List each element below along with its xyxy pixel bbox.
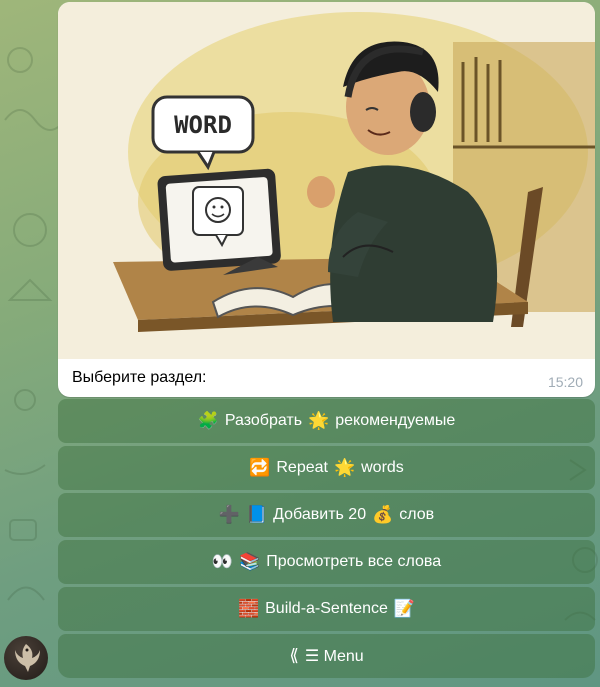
- repeat-icon: 🔁: [249, 457, 271, 478]
- money-bag-icon: 💰: [372, 504, 394, 525]
- keyboard-button-build-a-sentence[interactable]: 🧱 Build-a-Sentence 📝: [58, 587, 595, 631]
- word-bubble-text: WORD: [174, 111, 232, 139]
- puzzle-icon: 🧩: [197, 410, 219, 431]
- keyboard-button-add-20-words[interactable]: ➕ 📘 Добавить 20 💰 слов: [58, 493, 595, 537]
- books-icon: 📚: [239, 551, 261, 572]
- plus-icon: ➕: [218, 504, 240, 525]
- photo-illustration: WORD: [58, 2, 595, 359]
- button-label: Добавить 20: [273, 506, 367, 523]
- button-label: ☰ Menu: [304, 648, 364, 665]
- keyboard-button-analyze-recommended[interactable]: 🧩 Разобрать 🌟 рекомендуемые: [58, 399, 595, 443]
- inline-keyboard: 🧩 Разобрать 🌟 рекомендуемые 🔁 Repeat 🌟 w…: [58, 399, 595, 681]
- star-icon: 🌟: [308, 410, 330, 431]
- star-icon: 🌟: [333, 457, 356, 478]
- keyboard-button-menu[interactable]: ⟪ ☰ Menu: [58, 634, 595, 678]
- blue-book-icon: 📘: [245, 504, 268, 525]
- message-bubble: WORD Выберите раздел: 15:20: [58, 2, 595, 397]
- message-timestamp: 15:20: [547, 374, 583, 390]
- keyboard-button-repeat-words[interactable]: 🔁 Repeat 🌟 words: [58, 446, 595, 490]
- button-label-2: рекомендуемые: [335, 412, 456, 429]
- button-label: Repeat: [276, 459, 328, 476]
- bot-avatar[interactable]: [4, 636, 48, 680]
- eyes-icon: 👀: [211, 551, 234, 572]
- button-label-2: words: [361, 459, 404, 476]
- button-label: Разобрать: [224, 412, 303, 429]
- bricks-icon: 🧱: [237, 598, 260, 619]
- button-label: Просмотреть все слова: [266, 553, 442, 570]
- phoenix-logo-icon: [15, 644, 40, 672]
- memo-icon: 📝: [393, 598, 416, 619]
- button-label-2: слов: [399, 506, 435, 523]
- keyboard-button-view-all-words[interactable]: 👀 📚 Просмотреть все слова: [58, 540, 595, 584]
- message-caption: Выберите раздел:: [72, 369, 207, 386]
- back-arrows-icon: ⟪: [289, 645, 299, 666]
- message-photo[interactable]: WORD: [58, 2, 595, 359]
- button-label: Build-a-Sentence: [265, 600, 388, 617]
